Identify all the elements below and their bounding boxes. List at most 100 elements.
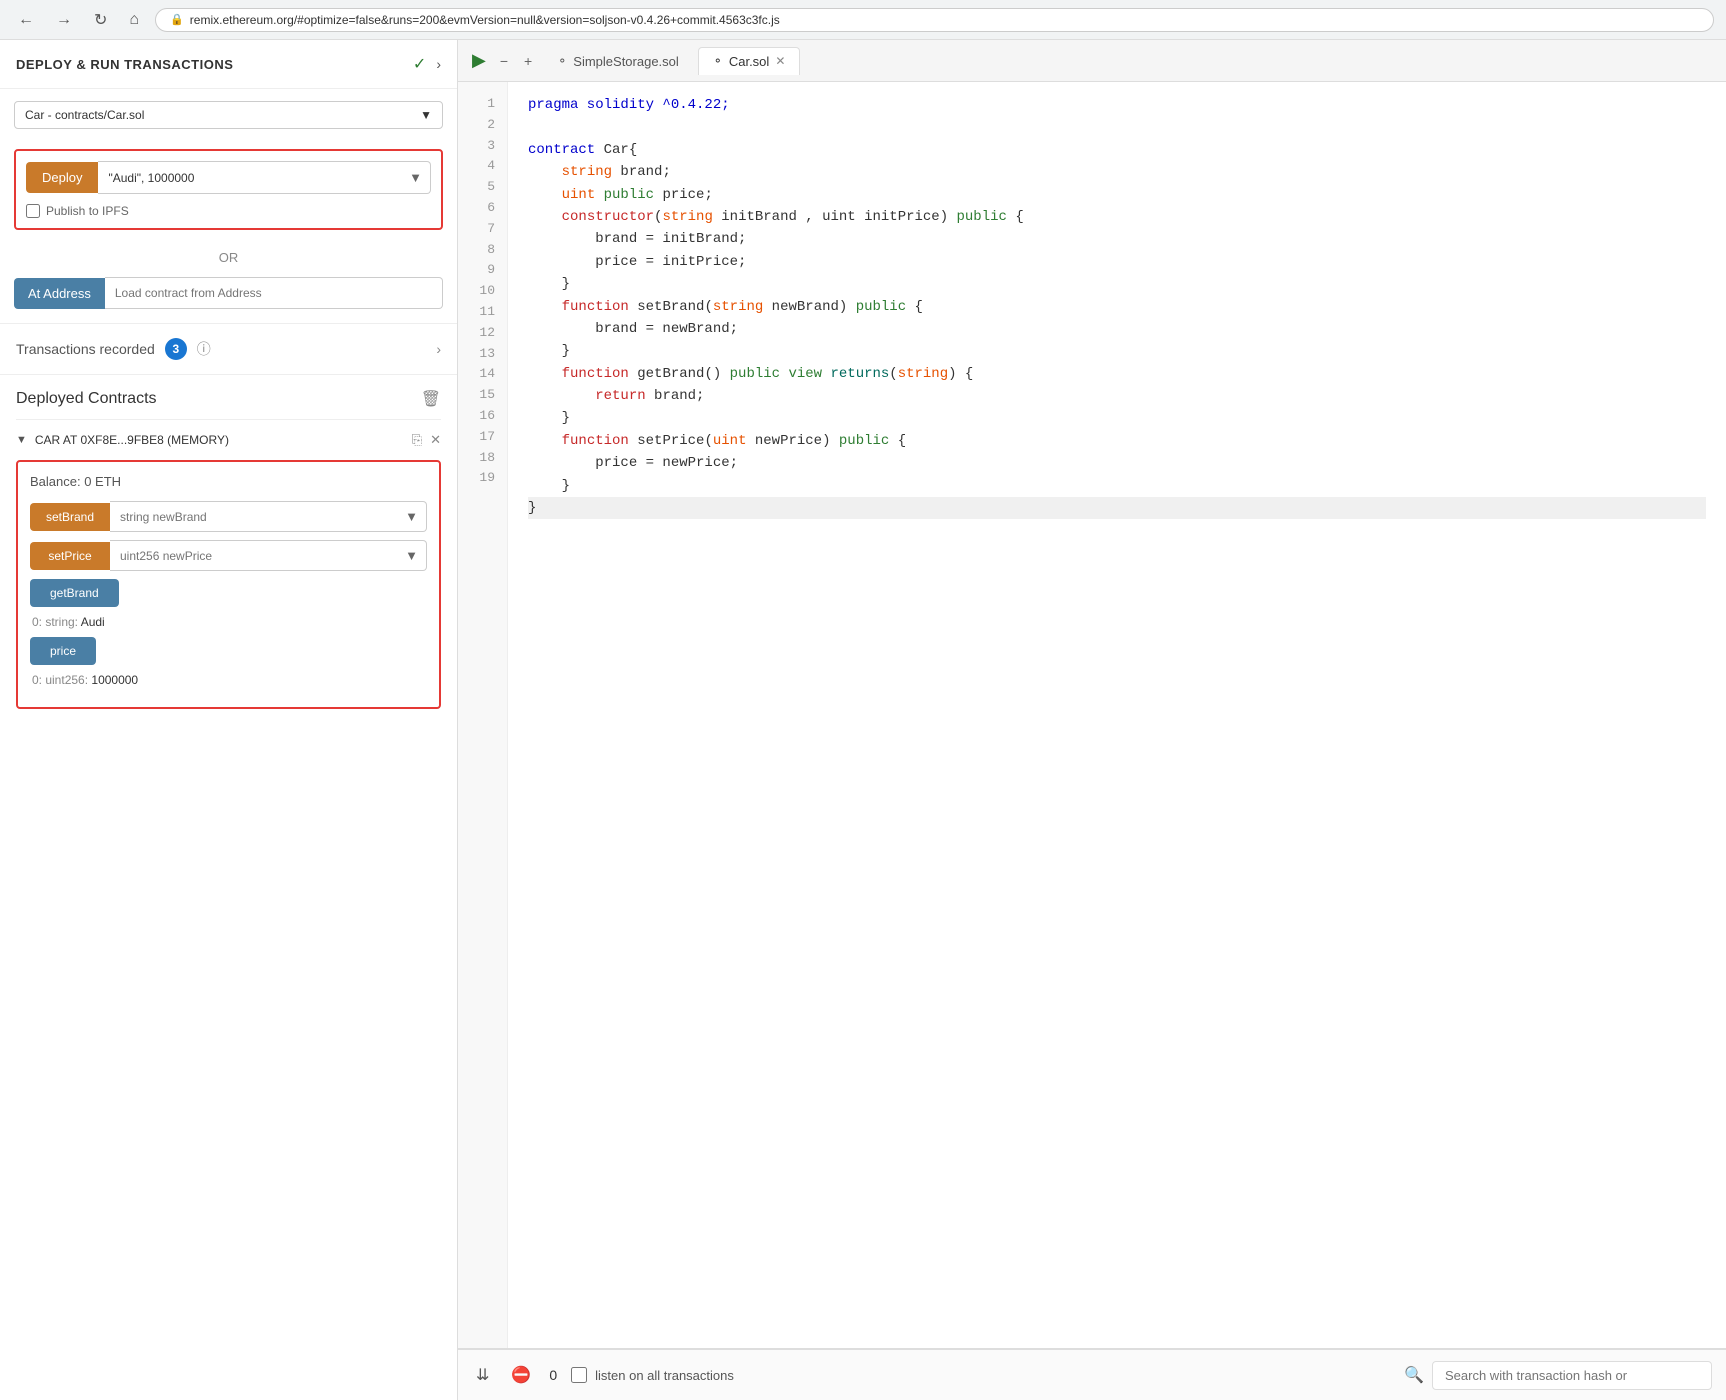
- code-line-9: }: [528, 273, 1706, 295]
- line-num-15: 15: [458, 385, 507, 406]
- contract-selector[interactable]: Car - contracts/Car.sol ▼: [14, 101, 443, 129]
- search-section: 🔍: [1404, 1361, 1712, 1390]
- line-num-14: 14: [458, 364, 507, 385]
- search-icon[interactable]: 🔍: [1404, 1365, 1424, 1385]
- set-brand-button[interactable]: setBrand: [30, 503, 110, 531]
- forward-button[interactable]: →: [50, 9, 78, 31]
- back-button[interactable]: ←: [12, 9, 40, 31]
- zoom-in-button[interactable]: +: [518, 49, 538, 73]
- get-brand-button[interactable]: getBrand: [30, 579, 119, 607]
- info-icon[interactable]: ⓘ: [197, 339, 211, 359]
- file-icon-1: ⚬: [557, 54, 567, 68]
- bottom-bar: ⇊ ⛔ 0 listen on all transactions 🔍: [458, 1348, 1726, 1400]
- line-num-7: 7: [458, 219, 507, 240]
- line-num-2: 2: [458, 115, 507, 136]
- contract-selector-value: Car - contracts/Car.sol: [25, 108, 144, 122]
- left-panel: DEPLOY & RUN TRANSACTIONS ✓ › Car - cont…: [0, 40, 458, 1400]
- collapse-arrow-icon[interactable]: ▼: [16, 434, 27, 446]
- check-icon: ✓: [413, 54, 426, 74]
- contract-instance-name: CAR AT 0XF8E...9FBE8 (MEMORY): [35, 433, 404, 447]
- code-line-19: }: [528, 497, 1706, 519]
- price-result: 0: uint256: 1000000: [30, 673, 427, 687]
- url-text: remix.ethereum.org/#optimize=false&runs=…: [190, 13, 780, 27]
- reload-button[interactable]: ↻: [88, 8, 113, 32]
- home-button[interactable]: ⌂: [123, 9, 145, 31]
- code-line-15: }: [528, 407, 1706, 429]
- at-address-input[interactable]: [105, 277, 443, 309]
- listen-checkbox-row: listen on all transactions: [571, 1367, 734, 1383]
- set-brand-input-wrapper: ▼: [110, 501, 427, 532]
- code-line-11: brand = newBrand;: [528, 318, 1706, 340]
- code-line-8: price = initPrice;: [528, 251, 1706, 273]
- tab-close-icon[interactable]: ✕: [775, 54, 785, 68]
- line-num-3: 3: [458, 136, 507, 157]
- tab-label-1: SimpleStorage.sol: [573, 54, 679, 69]
- set-price-chevron-icon[interactable]: ▼: [397, 541, 426, 570]
- clear-button[interactable]: ⛔: [507, 1361, 535, 1389]
- deploy-button[interactable]: Deploy: [26, 162, 98, 193]
- code-line-6: constructor(string initBrand , uint init…: [528, 206, 1706, 228]
- deployed-contracts-title: Deployed Contracts: [16, 390, 157, 408]
- line-num-5: 5: [458, 177, 507, 198]
- scroll-bottom-button[interactable]: ⇊: [472, 1361, 493, 1389]
- set-price-row: setPrice ▼: [30, 540, 427, 571]
- transactions-label: Transactions recorded: [16, 341, 155, 357]
- zoom-out-button[interactable]: −: [494, 49, 514, 73]
- line-num-16: 16: [458, 406, 507, 427]
- line-num-1: 1: [458, 94, 507, 115]
- code-line-13: function getBrand() public view returns(…: [528, 363, 1706, 385]
- set-brand-chevron-icon[interactable]: ▼: [397, 502, 426, 531]
- code-line-3: contract Car{: [528, 139, 1706, 161]
- code-line-12: }: [528, 340, 1706, 362]
- at-address-row: At Address: [14, 277, 443, 309]
- set-price-input-wrapper: ▼: [110, 540, 427, 571]
- code-line-2: [528, 116, 1706, 138]
- code-line-17: price = newPrice;: [528, 452, 1706, 474]
- run-button[interactable]: ▶: [468, 46, 490, 75]
- copy-icon[interactable]: ⎘: [412, 432, 422, 448]
- line-num-13: 13: [458, 344, 507, 365]
- tab-simple-storage[interactable]: ⚬ SimpleStorage.sol: [542, 47, 694, 75]
- code-line-5: uint public price;: [528, 184, 1706, 206]
- tab-label-2: Car.sol: [729, 54, 769, 69]
- code-line-1: pragma solidity ^0.4.22;: [528, 94, 1706, 116]
- or-divider: OR: [0, 250, 457, 265]
- deployed-contracts-header: Deployed Contracts 🗑: [16, 389, 441, 409]
- transactions-badge: 3: [165, 338, 187, 360]
- main-layout: DEPLOY & RUN TRANSACTIONS ✓ › Car - cont…: [0, 40, 1726, 1400]
- deploy-input-wrapper: ▼: [98, 161, 431, 194]
- deploy-chevron-icon[interactable]: ▼: [401, 162, 430, 193]
- trash-icon[interactable]: 🗑: [421, 389, 441, 409]
- deploy-input[interactable]: [98, 163, 401, 193]
- line-num-8: 8: [458, 240, 507, 261]
- at-address-button[interactable]: At Address: [14, 278, 105, 309]
- set-price-input[interactable]: [110, 542, 397, 570]
- tab-car[interactable]: ⚬ Car.sol ✕: [698, 47, 801, 75]
- line-num-18: 18: [458, 448, 507, 469]
- set-brand-input[interactable]: [110, 503, 397, 531]
- code-line-7: brand = initBrand;: [528, 228, 1706, 250]
- line-num-9: 9: [458, 260, 507, 281]
- search-input[interactable]: [1432, 1361, 1712, 1390]
- balance-text: Balance: 0 ETH: [30, 474, 427, 489]
- listen-checkbox[interactable]: [571, 1367, 587, 1383]
- listen-label: listen on all transactions: [595, 1368, 734, 1383]
- code-editor: 1 2 3 4 5 6 7 8 9 10 11 12 13 14 15 16 1…: [458, 82, 1726, 1348]
- price-button[interactable]: price: [30, 637, 96, 665]
- close-instance-icon[interactable]: ✕: [430, 432, 441, 448]
- lock-icon: 🔒: [170, 13, 184, 26]
- panel-header: DEPLOY & RUN TRANSACTIONS ✓ ›: [0, 40, 457, 89]
- publish-ipfs-checkbox[interactable]: [26, 204, 40, 218]
- line-num-19: 19: [458, 468, 507, 489]
- right-panel: ▶ − + ⚬ SimpleStorage.sol ⚬ Car.sol ✕ 1 …: [458, 40, 1726, 1400]
- panel-title: DEPLOY & RUN TRANSACTIONS: [16, 57, 233, 72]
- arrow-right-icon[interactable]: ›: [436, 56, 441, 72]
- publish-ipfs-label: Publish to IPFS: [46, 204, 129, 218]
- deploy-section: Deploy ▼ Publish to IPFS: [14, 149, 443, 230]
- set-brand-row: setBrand ▼: [30, 501, 427, 532]
- deployed-contracts-section: Deployed Contracts 🗑 ▼ CAR AT 0XF8E...9F…: [0, 374, 457, 723]
- chevron-right-icon[interactable]: ›: [436, 341, 441, 357]
- contract-instance-header: ▼ CAR AT 0XF8E...9FBE8 (MEMORY) ⎘ ✕: [16, 428, 441, 452]
- set-price-button[interactable]: setPrice: [30, 542, 110, 570]
- code-line-10: function setBrand(string newBrand) publi…: [528, 296, 1706, 318]
